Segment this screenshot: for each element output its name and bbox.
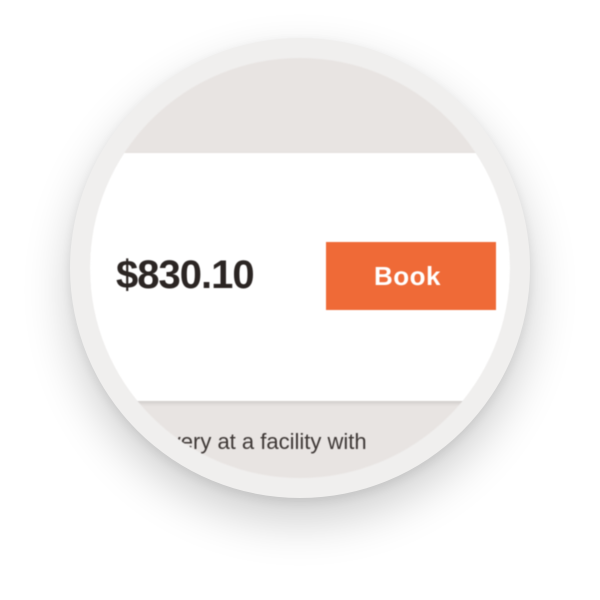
magnifier-view: $830.10 Book livery at a facility with	[0, 0, 600, 600]
price-label: $830.10	[116, 253, 255, 297]
book-button[interactable]: Book	[326, 242, 496, 310]
magnifier-lens: $830.10 Book livery at a facility with	[90, 58, 510, 478]
booking-card: $830.10 Book	[90, 153, 510, 401]
description-text: livery at a facility with	[160, 429, 367, 454]
book-button-label: Book	[374, 261, 441, 291]
